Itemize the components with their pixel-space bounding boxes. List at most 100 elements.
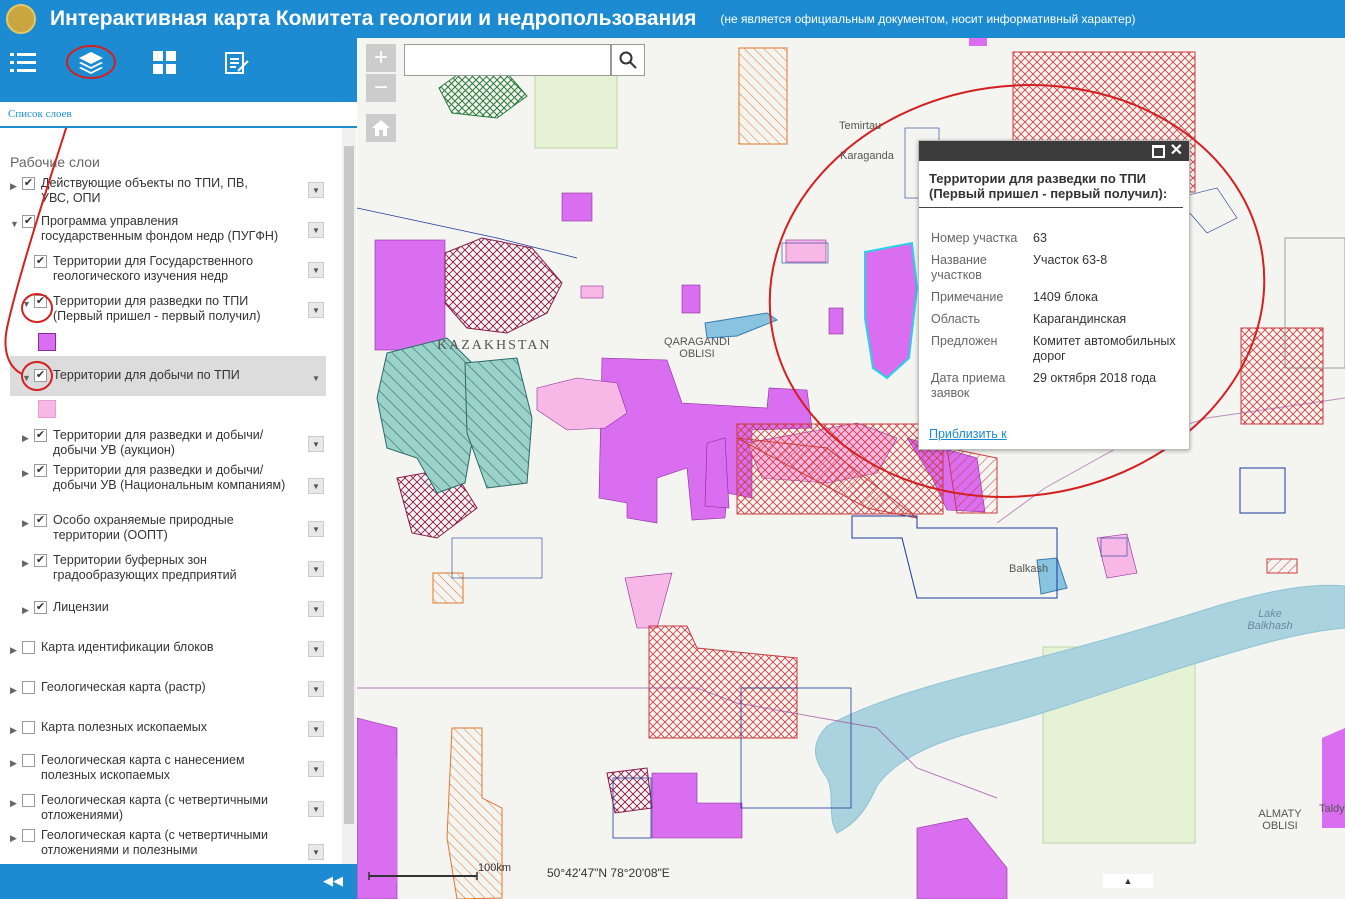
expand-icon[interactable]: ▶ (22, 513, 34, 531)
layer-item[interactable]: ▶ ✔ Особо охраняемые природные территори… (22, 513, 291, 543)
layer-checkbox[interactable]: ✔ (34, 295, 47, 308)
expand-icon[interactable]: ▶ (22, 463, 34, 481)
layer-checkbox[interactable] (22, 721, 35, 734)
map-label-lake: Lake Balkhash (1247, 608, 1293, 632)
layer-menu-button[interactable]: ▼ (308, 302, 324, 318)
layer-item[interactable]: ▶ ✔ Действующие объекты по ТПИ, ПВ, УВС,… (10, 176, 279, 206)
layer-item[interactable]: ▶ Геологическая карта (с четвертичными о… (10, 793, 279, 823)
layer-menu-button[interactable]: ▼ (308, 478, 324, 494)
layer-menu-button[interactable]: ▼ (308, 681, 324, 697)
layer-checkbox[interactable]: ✔ (22, 177, 35, 190)
app-header: Интерактивная карта Комитета геологии и … (0, 0, 1345, 38)
expand-icon[interactable]: ▶ (10, 176, 22, 194)
zoom-in-button[interactable]: + (366, 44, 396, 72)
panel-scrollbar-thumb[interactable] (344, 146, 354, 824)
legend-swatch-dobycha (38, 400, 56, 418)
home-button[interactable] (366, 114, 396, 142)
layer-item[interactable]: ▶ Карта идентификации блоков (10, 640, 279, 658)
layer-menu-button[interactable]: ▼ (308, 182, 324, 198)
layer-menu-button[interactable]: ▼ (308, 721, 324, 737)
layer-item[interactable]: ▶ ✔ Лицензии (22, 600, 291, 618)
expand-icon[interactable]: ▶ (22, 428, 34, 446)
layer-checkbox[interactable] (22, 754, 35, 767)
collapse-icon[interactable]: ▼ (10, 214, 22, 232)
layer-item[interactable]: ▶ ✔ Территории для разведки и добычи/доб… (22, 463, 291, 493)
popup-field-key: Область (931, 312, 981, 326)
map-view[interactable]: KAZAKHSTAN QARAGANDI OBLISI Temirtau Kar… (357, 38, 1345, 899)
layer-item[interactable]: ▶ ✔ Территории буферных зон градообразую… (22, 553, 291, 583)
map-canvas (357, 38, 1345, 899)
map-label-temirtau: Temirtau (839, 120, 882, 132)
zoom-to-link[interactable]: Приблизить к (929, 427, 1007, 441)
layer-menu-button[interactable]: ▼ (308, 436, 324, 452)
map-search-input[interactable] (404, 44, 611, 76)
section-title: Рабочие слои (10, 154, 100, 170)
collapse-icon[interactable]: ▼ (22, 294, 34, 312)
layer-checkbox[interactable] (22, 641, 35, 654)
layer-menu-button[interactable]: ▼ (308, 561, 324, 577)
collapse-panel-icon[interactable]: ◀◀ (323, 873, 343, 889)
maximize-icon[interactable] (1152, 145, 1165, 158)
panel-footer: ◀◀ (0, 864, 357, 899)
layer-checkbox[interactable]: ✔ (34, 514, 47, 527)
layer-item[interactable]: ▶ Геологическая карта с нанесением полез… (10, 753, 279, 783)
layer-checkbox[interactable]: ✔ (34, 255, 47, 268)
emblem-logo (6, 4, 36, 34)
layer-menu-button[interactable]: ▼ (308, 601, 324, 617)
layer-menu-button[interactable]: ▼ (308, 521, 324, 537)
layer-item[interactable]: ▶ Карта полезных ископаемых (10, 720, 279, 738)
layer-item[interactable]: ▼ ✔ Территории для добычи по ТПИ (22, 368, 291, 386)
expand-icon[interactable]: ▶ (10, 793, 22, 811)
layer-item[interactable]: ▶ Геологическая карта (растр) (10, 680, 279, 698)
layer-checkbox[interactable]: ✔ (34, 369, 47, 382)
layer-group[interactable]: ▼ ✔ Программа управления государственным… (10, 214, 279, 244)
list-icon[interactable] (6, 46, 40, 80)
layer-menu-button[interactable]: ▼ (308, 641, 324, 657)
popup-field-key: Номер участка (931, 231, 1018, 245)
expand-icon[interactable]: ▶ (10, 680, 22, 698)
tab-wedge (92, 102, 106, 126)
expand-icon[interactable]: ▶ (22, 553, 34, 571)
close-icon[interactable]: ✕ (1170, 140, 1183, 160)
layer-checkbox[interactable]: ✔ (34, 429, 47, 442)
popup-field-key: Название участков (931, 253, 987, 282)
layer-menu-button[interactable]: ▼ (308, 222, 324, 238)
zoom-out-button[interactable]: − (366, 74, 396, 102)
layer-label: Лицензии (53, 600, 109, 614)
map-label-almaty: ALMATY OBLISI (1258, 808, 1302, 832)
expand-icon[interactable]: ▶ (10, 828, 22, 846)
attribution-toggle[interactable]: ▲ (1103, 874, 1153, 888)
expand-icon[interactable]: ▶ (10, 640, 22, 658)
tab-layer-list[interactable]: Список слоев (0, 102, 92, 126)
layer-checkbox[interactable]: ✔ (34, 464, 47, 477)
layer-checkbox[interactable] (22, 794, 35, 807)
layer-item[interactable]: ▶ Геологическая карта (с четвертичными о… (10, 828, 279, 858)
layer-checkbox[interactable]: ✔ (34, 601, 47, 614)
layer-menu-button[interactable]: ▼ (308, 262, 324, 278)
expand-icon[interactable]: ▶ (10, 753, 22, 771)
layer-label: Территории для разведки и добычи/добычи … (53, 463, 286, 492)
layer-menu-button[interactable]: ▼ (308, 761, 324, 777)
expand-icon[interactable]: ▶ (10, 720, 22, 738)
search-button[interactable] (611, 44, 645, 76)
layer-checkbox[interactable] (22, 829, 35, 842)
collapse-icon[interactable]: ▼ (22, 368, 34, 386)
layer-checkbox[interactable]: ✔ (22, 215, 35, 228)
expand-icon[interactable]: ▶ (22, 600, 34, 618)
layers-icon[interactable] (74, 46, 108, 80)
layer-label: Геологическая карта (растр) (41, 680, 206, 694)
layer-menu-button[interactable]: ▼ (308, 370, 324, 386)
layer-item[interactable]: ▶ ✔ Территории для разведки и добычи/доб… (22, 428, 291, 458)
layer-checkbox[interactable]: ✔ (34, 554, 47, 567)
app-title: Интерактивная карта Комитета геологии и … (50, 7, 697, 30)
layer-item[interactable]: ▼ ✔ Территории для разведки по ТПИ (Перв… (22, 294, 291, 324)
widget-toolbar (0, 38, 357, 86)
layer-checkbox[interactable] (22, 681, 35, 694)
layer-menu-button[interactable]: ▼ (308, 844, 324, 860)
layer-menu-button[interactable]: ▼ (308, 801, 324, 817)
edit-icon[interactable] (220, 46, 254, 80)
layer-label: Программа управления государственным фон… (41, 214, 279, 243)
basemap-gallery-icon[interactable] (148, 46, 182, 80)
popup-field-value: Участок 63-8 (1033, 253, 1108, 267)
layer-item[interactable]: ✔ Территории для Государственного геолог… (22, 254, 291, 284)
